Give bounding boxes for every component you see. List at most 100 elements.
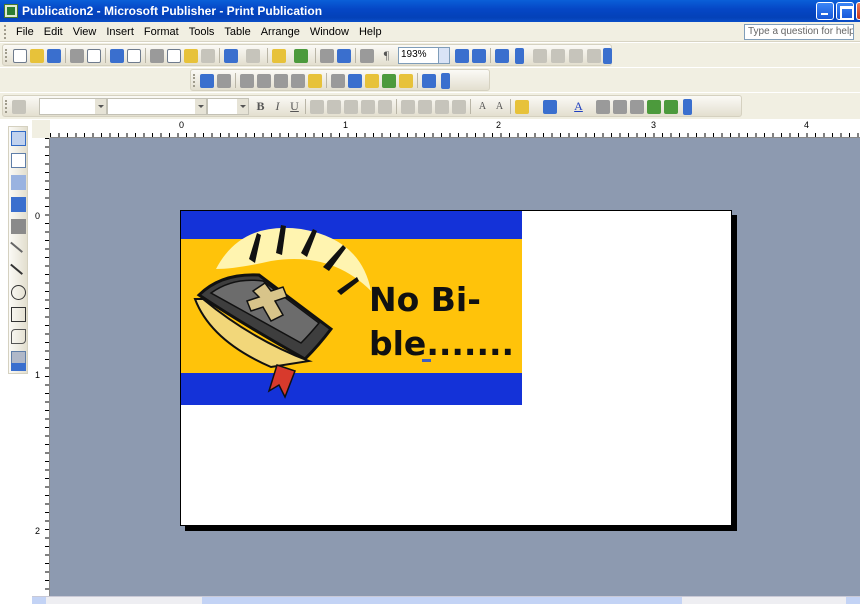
help-icon[interactable] xyxy=(495,49,509,63)
menu-view[interactable]: View xyxy=(68,26,102,38)
compress-pictures-icon[interactable] xyxy=(422,74,436,88)
toolbar-options-icon[interactable] xyxy=(441,73,450,89)
increase-indent-icon[interactable] xyxy=(452,100,466,114)
toolbar-options-icon[interactable] xyxy=(11,363,26,371)
toolbar-options-icon[interactable] xyxy=(515,48,524,64)
zoom-icon[interactable] xyxy=(337,49,351,63)
publication-page[interactable]: No Bi- ble....... xyxy=(180,210,732,526)
vertical-ruler[interactable]: 0 1 2 xyxy=(32,138,50,604)
chevron-down-icon[interactable] xyxy=(438,48,449,63)
scroll-right-icon[interactable] xyxy=(846,597,860,604)
autoshapes-icon[interactable] xyxy=(11,329,26,344)
paste-icon[interactable] xyxy=(184,49,198,63)
bullets-icon[interactable] xyxy=(418,100,432,114)
undo-icon[interactable] xyxy=(224,49,238,63)
ask-question-input[interactable]: Type a question for help xyxy=(744,24,854,40)
horizontal-ruler[interactable]: 0 1 2 3 4 xyxy=(50,120,860,138)
decrease-indent-icon[interactable] xyxy=(435,100,449,114)
bold-icon[interactable]: B xyxy=(253,99,268,114)
scroll-thumb[interactable] xyxy=(202,597,682,604)
maximize-button[interactable] xyxy=(836,2,854,20)
pointer-icon[interactable] xyxy=(11,131,26,146)
menu-table[interactable]: Table xyxy=(219,26,255,38)
menu-arrange[interactable]: Arrange xyxy=(256,26,305,38)
line-spacing-icon[interactable] xyxy=(378,100,392,114)
toolbar-options-icon[interactable] xyxy=(683,99,692,115)
italic-icon[interactable]: I xyxy=(270,99,285,114)
crop-icon[interactable] xyxy=(308,74,322,88)
align-right-icon[interactable] xyxy=(344,100,358,114)
redo-icon[interactable] xyxy=(246,49,260,63)
chevron-down-icon[interactable] xyxy=(237,99,248,114)
fill-color-icon[interactable] xyxy=(515,100,529,114)
special-characters-icon[interactable]: ¶ xyxy=(379,48,394,63)
toolbar-options-icon[interactable] xyxy=(603,48,612,64)
minimize-button[interactable] xyxy=(816,2,834,20)
bookmark-artwork[interactable]: No Bi- ble....... xyxy=(181,211,522,405)
insert-picture-icon[interactable] xyxy=(200,74,214,88)
line-style-icon[interactable] xyxy=(331,74,345,88)
spelling-icon[interactable] xyxy=(110,49,124,63)
zoom-in-icon[interactable] xyxy=(472,49,486,63)
bring-to-front-icon[interactable] xyxy=(272,49,286,63)
less-brightness-icon[interactable] xyxy=(291,74,305,88)
arrow-style-icon[interactable] xyxy=(630,100,644,114)
menu-format[interactable]: Format xyxy=(139,26,184,38)
styles-icon[interactable] xyxy=(12,100,26,114)
next-text-box-icon[interactable] xyxy=(587,49,601,63)
line-color-icon[interactable] xyxy=(543,100,557,114)
format-painter-icon[interactable] xyxy=(201,49,215,63)
font-size-combo[interactable] xyxy=(207,98,249,115)
reset-picture-icon[interactable] xyxy=(399,74,413,88)
menu-window[interactable]: Window xyxy=(305,26,354,38)
color-icon[interactable] xyxy=(217,74,231,88)
3d-style-icon[interactable] xyxy=(664,100,678,114)
publisher-app-icon[interactable] xyxy=(4,4,18,18)
print-preview-icon[interactable] xyxy=(87,49,101,63)
more-brightness-icon[interactable] xyxy=(274,74,288,88)
menu-tools[interactable]: Tools xyxy=(184,26,220,38)
increase-font-size-icon[interactable]: A xyxy=(475,99,490,114)
text-wrapping-icon[interactable] xyxy=(348,74,362,88)
set-transparent-color-icon[interactable] xyxy=(382,74,396,88)
zoom-combo[interactable]: 193% xyxy=(398,47,450,64)
font-combo[interactable] xyxy=(107,98,207,115)
copy-icon[interactable] xyxy=(167,49,181,63)
chevron-down-icon[interactable] xyxy=(95,99,106,114)
align-left-icon[interactable] xyxy=(310,100,324,114)
menu-file[interactable]: File xyxy=(11,26,39,38)
cut-icon[interactable] xyxy=(150,49,164,63)
dash-style-icon[interactable] xyxy=(613,100,627,114)
horizontal-scrollbar[interactable] xyxy=(32,596,860,604)
center-icon[interactable] xyxy=(327,100,341,114)
text-box-icon[interactable] xyxy=(11,153,26,168)
open-icon[interactable] xyxy=(30,49,44,63)
picture-icon[interactable] xyxy=(11,219,26,234)
decrease-font-size-icon[interactable]: A xyxy=(492,99,507,114)
less-contrast-icon[interactable] xyxy=(257,74,271,88)
break-link-icon[interactable] xyxy=(551,49,565,63)
wordart-icon[interactable] xyxy=(11,197,26,212)
oval-icon[interactable] xyxy=(11,285,26,300)
font-color-icon[interactable]: A xyxy=(571,99,586,114)
menu-help[interactable]: Help xyxy=(354,26,387,38)
new-icon[interactable] xyxy=(13,49,27,63)
print-icon[interactable] xyxy=(70,49,84,63)
connect-text-boxes-icon[interactable] xyxy=(533,49,547,63)
justify-icon[interactable] xyxy=(361,100,375,114)
arrow-icon[interactable] xyxy=(10,259,27,275)
insert-hyperlink-icon[interactable] xyxy=(320,49,334,63)
table-icon[interactable] xyxy=(11,175,26,190)
save-icon[interactable] xyxy=(47,49,61,63)
ruler-corner[interactable] xyxy=(32,120,50,138)
zoom-out-icon[interactable] xyxy=(455,49,469,63)
menu-grip[interactable] xyxy=(4,24,7,39)
previous-text-box-icon[interactable] xyxy=(569,49,583,63)
send-to-back-icon[interactable] xyxy=(294,49,308,63)
format-picture-icon[interactable] xyxy=(365,74,379,88)
style-combo[interactable] xyxy=(39,98,107,115)
scroll-left-icon[interactable] xyxy=(32,597,46,604)
underline-icon[interactable]: U xyxy=(287,99,302,114)
menu-insert[interactable]: Insert xyxy=(101,26,139,38)
columns-icon[interactable] xyxy=(360,49,374,63)
